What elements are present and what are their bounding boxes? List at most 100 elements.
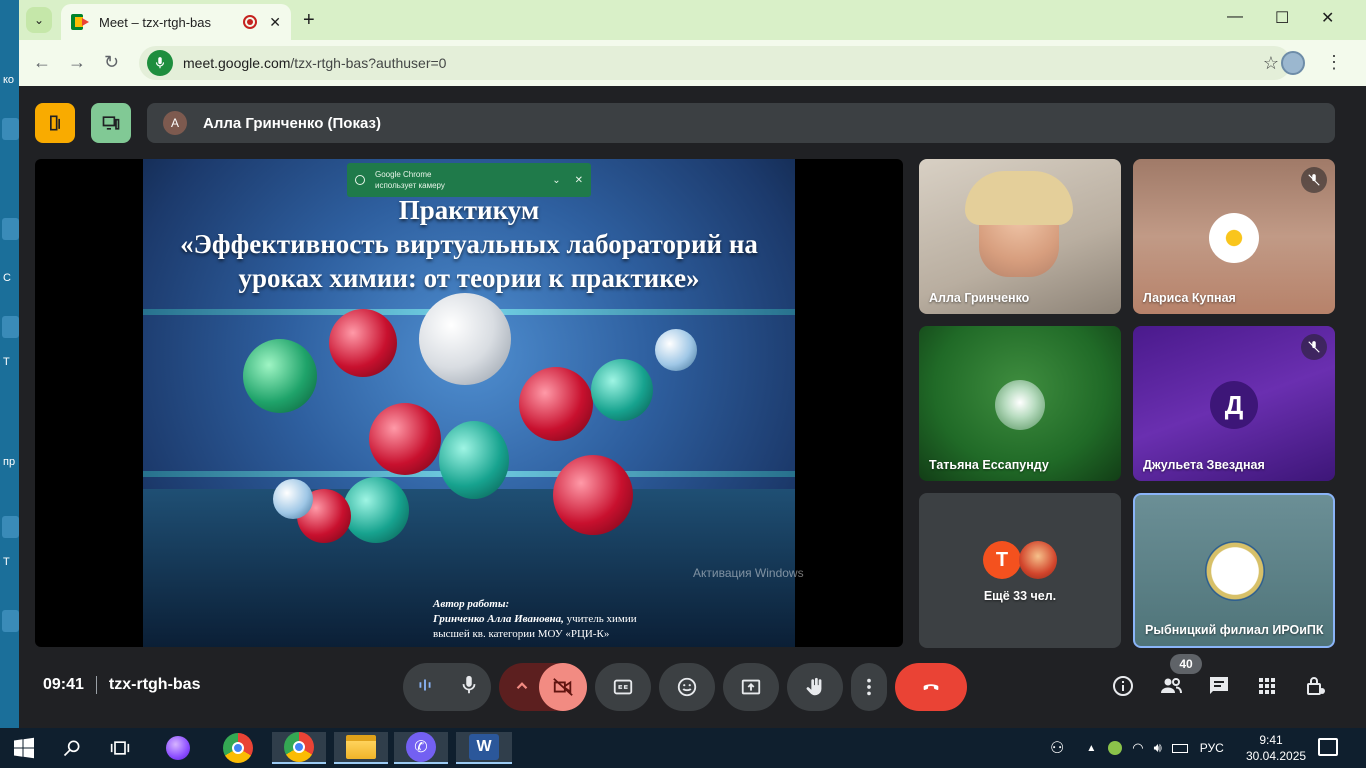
camera-off-button[interactable] [539,663,587,711]
presentation-banner[interactable]: А Алла Гринченко (Показ) [147,103,1335,143]
network-status-icon[interactable] [1108,741,1123,755]
microphone-in-use-icon[interactable] [147,50,173,76]
back-button[interactable]: ← [33,52,51,73]
desktop-label-fragment: Т [3,356,10,368]
presentation-stage: Google Chrome использует камеру ⌄ ✕ Практ… [35,159,903,647]
windows-logo-icon [14,737,34,759]
start-button[interactable] [8,732,40,764]
url-text: meet.google.com/tzx-rtgh-bas?authuser=0 [183,55,1263,71]
forward-button[interactable]: → [68,52,86,73]
info-icon [1113,676,1133,696]
desktop-icon[interactable] [2,218,19,240]
battery-icon[interactable] [1171,743,1188,753]
participant-initial-avatar: Д [1210,381,1258,429]
toast-expand-icon[interactable]: ⌄ [552,175,560,186]
reload-button[interactable]: ↻ [104,52,119,73]
captions-button[interactable] [595,663,651,711]
leave-call-button[interactable] [895,663,967,711]
desktop-icon[interactable] [2,118,19,140]
participant-tile[interactable]: Рыбницкий филиал ИРОиПК [1133,493,1335,648]
camera-options-chevron-up-icon[interactable] [513,677,531,700]
system-tray: ⚇ ▲ ◠ 🔊︎ РУС [1050,728,1224,768]
more-menu-icon[interactable]: ⋮ [1325,52,1343,73]
slide-author-label: Автор работы: [433,598,510,610]
participant-initial-avatar: Т [983,541,1021,579]
tab-close-icon[interactable]: ✕ [269,14,281,31]
maximize-button[interactable]: ☐ [1275,8,1289,28]
taskbar-word[interactable]: W [456,732,512,764]
door-icon [50,115,60,131]
slide-title-block: Практикум «Эффективность виртуальных лаб… [143,193,795,295]
desktop-icon[interactable] [2,610,19,632]
desktop-icon[interactable] [2,316,19,338]
mic-off-icon [1301,334,1327,360]
desktop-label-fragment: ко [3,74,15,86]
people-tray-icon[interactable]: ⚇ [1050,738,1064,758]
microphone-button[interactable] [458,674,480,701]
new-tab-button[interactable]: + [303,9,315,32]
taskbar-chrome[interactable] [216,732,260,764]
url-path: /tzx-rtgh-bas?authuser=0 [290,55,447,71]
activities-button[interactable] [1255,674,1279,703]
meeting-time: 09:41 [43,676,84,693]
meeting-details-button[interactable] [1111,674,1135,703]
word-icon: W [469,734,499,760]
slide-author-name: Гринченко Алла Ивановна, [433,613,564,625]
call-end-icon [923,684,939,691]
wifi-icon[interactable]: ◠ [1132,740,1143,756]
bookmark-star-icon[interactable]: ☆ [1263,53,1279,74]
present-screen-button[interactable] [723,663,779,711]
participant-count-badge: 40 [1170,654,1202,674]
more-options-button[interactable] [851,663,887,711]
task-view-button[interactable] [104,732,136,764]
participant-tile[interactable]: Д Джульета Звездная [1133,326,1335,481]
audio-controls [403,663,491,711]
chat-icon [1210,677,1228,694]
taskbar-chrome-active[interactable] [272,732,326,764]
taskbar-viber[interactable]: ✆ [394,732,448,764]
hand-icon [806,677,822,696]
browser-toolbar: ← → ↻ meet.google.com/tzx-rtgh-bas?authu… [19,40,1366,86]
audio-settings-icon[interactable] [414,674,436,701]
volume-icon[interactable]: 🔊︎ [1154,740,1162,756]
reactions-button[interactable] [659,663,715,711]
close-window-button[interactable]: ✕ [1321,8,1334,28]
address-bar[interactable]: meet.google.com/tzx-rtgh-bas?authuser=0 … [139,46,1291,80]
alice-assistant-button[interactable] [158,732,198,764]
minimize-button[interactable]: — [1227,8,1243,26]
participant-tile[interactable]: Татьяна Ессапунду [919,326,1121,481]
participant-tile[interactable]: Алла Гринченко [919,159,1121,314]
search-button[interactable] [56,732,88,764]
taskbar-clock[interactable]: 9:41 30.04.2025 [1246,732,1306,764]
companion-mode-button[interactable] [35,103,75,143]
devices-icon [102,116,120,130]
people-button[interactable] [1159,674,1183,703]
toast-close-icon[interactable]: ✕ [575,175,583,186]
cast-button[interactable] [91,103,131,143]
slide-title: Практикум [398,195,540,225]
input-language[interactable]: РУС [1200,741,1224,755]
profile-avatar[interactable] [1281,51,1305,75]
tab-search-button[interactable]: ⌄ [26,7,52,33]
camera-in-use-toast[interactable]: Google Chrome использует камеру ⌄ ✕ [347,163,591,197]
notification-center-icon[interactable] [1318,738,1338,756]
browser-window: ⌄ Meet – tzx-rtgh-bas ✕ + — ☐ ✕ ← → ↻ me… [19,0,1366,728]
taskbar-file-explorer[interactable] [334,732,388,764]
watermark-title: Активация Windows [693,566,804,580]
more-participants-tile[interactable]: Т Ещё 33 чел. [919,493,1121,648]
more-vert-icon [867,678,871,696]
show-hidden-icons-chevron-icon[interactable]: ▲ [1086,743,1096,754]
tab-meet[interactable]: Meet – tzx-rtgh-bas ✕ [61,4,291,40]
desktop-label-fragment: пр [3,456,16,468]
participant-tile[interactable]: Лариса Купная [1133,159,1335,314]
raise-hand-button[interactable] [787,663,843,711]
people-icon [1161,678,1182,694]
slide-author-block: Автор работы: Гринченко Алла Ивановна, у… [433,597,733,642]
host-controls-button[interactable] [1303,674,1327,703]
slide-author-line-3: высшей кв. категории МОУ «РЦИ-К» [433,628,610,640]
slide-subtitle-line-1: «Эффективность виртуальных лабораторий н… [180,229,758,259]
taskbar-time: 9:41 [1259,733,1283,747]
institution-logo [1205,541,1265,601]
chat-button[interactable] [1207,674,1231,703]
desktop-icon[interactable] [2,516,19,538]
